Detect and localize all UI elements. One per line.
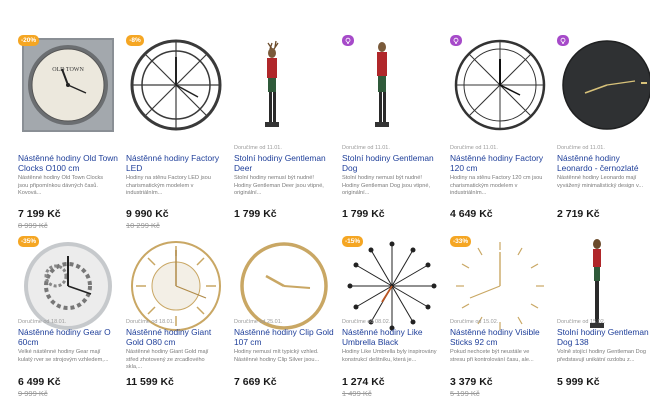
svg-text:OLD TOWN: OLD TOWN bbox=[52, 67, 84, 73]
product-description: Nástěnné hodiny Old Town Clocks jsou při… bbox=[18, 175, 104, 197]
delivery-date: Doručíme od 18.01. bbox=[18, 319, 67, 325]
product-description: Hodiny Like Umbrella byly inspirovány ko… bbox=[342, 349, 437, 363]
product-price: 6 499 Kč bbox=[18, 376, 61, 388]
product-description: Nástěnné hodiny Leonardo mají vyvážený m… bbox=[557, 175, 644, 189]
product-title[interactable]: Stolní hodiny Gentleman Dog bbox=[342, 153, 442, 173]
product-old-price: 5 199 Kč bbox=[450, 389, 480, 398]
product-grid: OLD TOWN -20% Nástěnné hodiny Old Town C… bbox=[0, 0, 650, 414]
favorite-badge bbox=[450, 35, 462, 46]
product-card[interactable]: Doručíme od 15.02. Stolní hodiny Gentlem… bbox=[557, 222, 650, 412]
product-price: 4 649 Kč bbox=[450, 208, 493, 220]
product-card[interactable]: -33% Doručíme od 15.02. Nástěnné hodiny … bbox=[450, 222, 550, 412]
product-description: Hodiny na stěnu Factory 120 cm jsou char… bbox=[450, 175, 543, 197]
discount-badge: -35% bbox=[18, 236, 40, 247]
delivery-date: Doručíme od 15.02. bbox=[450, 319, 499, 325]
product-price: 7 199 Kč bbox=[18, 208, 61, 220]
product-price: 1 799 Kč bbox=[342, 208, 385, 220]
delivery-date: Doručíme od 11.01. bbox=[450, 145, 498, 151]
bulb-icon bbox=[560, 37, 566, 44]
product-price: 11 599 Kč bbox=[126, 376, 174, 388]
discount-badge: -20% bbox=[18, 35, 40, 46]
product-old-price: 1 499 Kč bbox=[342, 389, 372, 398]
favorite-badge bbox=[557, 35, 569, 46]
product-title[interactable]: Nástěnné hodiny Old Town Clocks O100 cm bbox=[18, 153, 118, 173]
product-card[interactable]: Doručíme od 11.01. Nástěnné hodiny Facto… bbox=[450, 35, 550, 225]
favorite-badge bbox=[342, 35, 354, 46]
product-image[interactable] bbox=[450, 35, 550, 135]
product-title[interactable]: Stolní hodiny Gentleman Deer bbox=[234, 153, 334, 173]
product-description: Volně stojící hodiny Gentleman Dog předs… bbox=[557, 349, 646, 363]
product-card[interactable]: -8% Nástěnné hodiny Factory LED Hodiny n… bbox=[126, 35, 226, 230]
discount-badge: -33% bbox=[450, 236, 472, 247]
product-card[interactable]: Doručíme od 11.01. Nástěnné hodiny Leona… bbox=[557, 35, 650, 225]
product-image[interactable] bbox=[234, 35, 334, 135]
product-image[interactable] bbox=[126, 35, 226, 135]
product-title[interactable]: Nástěnné hodiny Giant Gold O80 cm bbox=[126, 327, 226, 347]
product-image[interactable] bbox=[342, 35, 442, 135]
product-image[interactable] bbox=[557, 35, 650, 135]
discount-badge: -8% bbox=[126, 35, 144, 46]
product-price: 1 799 Kč bbox=[234, 208, 277, 220]
product-card[interactable]: -35% Doručíme od 18.01. Nástěnné hodiny … bbox=[18, 222, 118, 412]
bulb-icon bbox=[345, 37, 351, 44]
discount-badge: -15% bbox=[342, 236, 364, 247]
bulb-icon bbox=[453, 37, 459, 44]
product-description: Velké nástěnné hodiny Gear mají kulatý r… bbox=[18, 349, 109, 363]
product-price: 3 379 Kč bbox=[450, 376, 493, 388]
product-title[interactable]: Nástěnné hodiny Clip Gold 107 cm bbox=[234, 327, 334, 347]
product-card[interactable]: Doručíme od 18.01. Nástěnné hodiny Giant… bbox=[126, 222, 226, 412]
product-price: 2 719 Kč bbox=[557, 208, 600, 220]
product-price: 7 669 Kč bbox=[234, 376, 277, 388]
product-description: Hodiny na stěnu Factory LED jsou charism… bbox=[126, 175, 211, 197]
product-title[interactable]: Nástěnné hodiny Factory 120 cm bbox=[450, 153, 550, 173]
delivery-date: Doručíme od 11.01. bbox=[342, 145, 390, 151]
product-card[interactable]: Doručíme od 11.01. Stolní hodiny Gentlem… bbox=[342, 35, 442, 225]
delivery-date: Doručíme od 25.01. bbox=[234, 319, 283, 325]
product-description: Hodiny nemusí mít typický vzhled. Nástěn… bbox=[234, 349, 320, 363]
product-title[interactable]: Nástěnné hodiny Gear O 60cm bbox=[18, 327, 118, 347]
delivery-date: Doručíme od 08.02. bbox=[342, 319, 391, 325]
product-old-price: 9 999 Kč bbox=[18, 389, 48, 398]
product-image[interactable]: OLD TOWN bbox=[18, 35, 118, 135]
product-price: 5 999 Kč bbox=[557, 376, 600, 388]
product-card[interactable]: -15% Doručíme od 08.02. Nástěnné hodiny … bbox=[342, 222, 442, 412]
product-description: Stolní hodiny nemusí být nudné! Hodiny G… bbox=[342, 175, 430, 197]
product-description: Pokud nechcete být neustále ve stresu př… bbox=[450, 349, 534, 363]
delivery-date: Doručíme od 11.01. bbox=[557, 145, 605, 151]
product-description: Nástěnné hodiny Giant Gold mají střed zh… bbox=[126, 349, 209, 371]
product-price: 1 274 Kč bbox=[342, 376, 385, 388]
product-price: 9 990 Kč bbox=[126, 208, 169, 220]
delivery-date: Doručíme od 11.01. bbox=[234, 145, 282, 151]
product-title[interactable]: Nástěnné hodiny Leonardo - černozlaté bbox=[557, 153, 650, 173]
product-title[interactable]: Stolní hodiny Gentleman Dog 138 bbox=[557, 327, 650, 347]
delivery-date: Doručíme od 18.01. bbox=[126, 319, 175, 325]
product-title[interactable]: Nástěnné hodiny Visible Sticks 92 cm bbox=[450, 327, 550, 347]
product-description: Stolní hodiny nemusí být nudné! Hodiny G… bbox=[234, 175, 324, 197]
product-card[interactable]: OLD TOWN -20% Nástěnné hodiny Old Town C… bbox=[18, 35, 118, 230]
product-card[interactable]: Doručíme od 11.01. Stolní hodiny Gentlem… bbox=[234, 35, 334, 225]
product-title[interactable]: Nástěnné hodiny Like Umbrella Black bbox=[342, 327, 442, 347]
delivery-date: Doručíme od 15.02. bbox=[557, 319, 606, 325]
product-card[interactable]: Doručíme od 25.01. Nástěnné hodiny Clip … bbox=[234, 222, 334, 412]
product-title[interactable]: Nástěnné hodiny Factory LED bbox=[126, 153, 226, 173]
